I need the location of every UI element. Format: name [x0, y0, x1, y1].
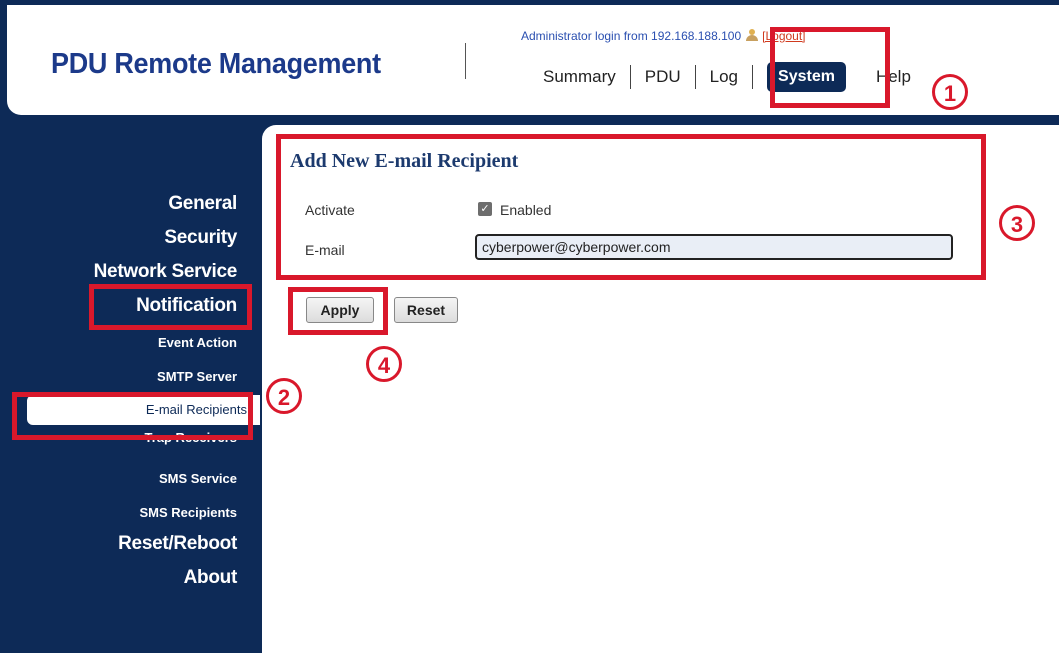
- step-3-marker: 3: [999, 205, 1035, 241]
- step-4-marker: 4: [366, 346, 402, 382]
- sidebar-item-smtp-server[interactable]: SMTP Server: [0, 360, 245, 394]
- annotation-box-email-recipients: [12, 392, 253, 440]
- nav-summary[interactable]: Summary: [529, 67, 630, 87]
- step-2-marker: 2: [266, 378, 302, 414]
- step-1-marker: 1: [932, 74, 968, 110]
- header-divider: [465, 43, 466, 79]
- sidebar-item-general[interactable]: General: [0, 190, 245, 224]
- annotation-box-apply: [288, 287, 388, 335]
- annotation-box-form: [276, 134, 986, 280]
- nav-divider: [752, 65, 754, 89]
- sidebar-item-sms-service[interactable]: SMS Service: [0, 462, 245, 496]
- sidebar-item-reset-reboot[interactable]: Reset/Reboot: [0, 530, 245, 564]
- sidebar-item-security[interactable]: Security: [0, 224, 245, 258]
- login-status: Administrator login from 192.168.188.100…: [521, 29, 806, 43]
- sidebar-item-sms-recipients[interactable]: SMS Recipients: [0, 496, 245, 530]
- sidebar-item-about[interactable]: About: [0, 564, 245, 598]
- annotation-box-system: [770, 27, 890, 108]
- user-icon: [745, 29, 759, 41]
- login-text: Administrator login from 192.168.188.100: [521, 29, 742, 43]
- reset-button[interactable]: Reset: [394, 297, 458, 323]
- sidebar-item-event-action[interactable]: Event Action: [0, 326, 245, 360]
- app-title: PDU Remote Management: [51, 48, 381, 80]
- nav-log[interactable]: Log: [696, 67, 752, 87]
- annotation-box-notification: [89, 284, 252, 330]
- nav-pdu[interactable]: PDU: [631, 67, 695, 87]
- header: PDU Remote Management Administrator logi…: [7, 5, 1059, 115]
